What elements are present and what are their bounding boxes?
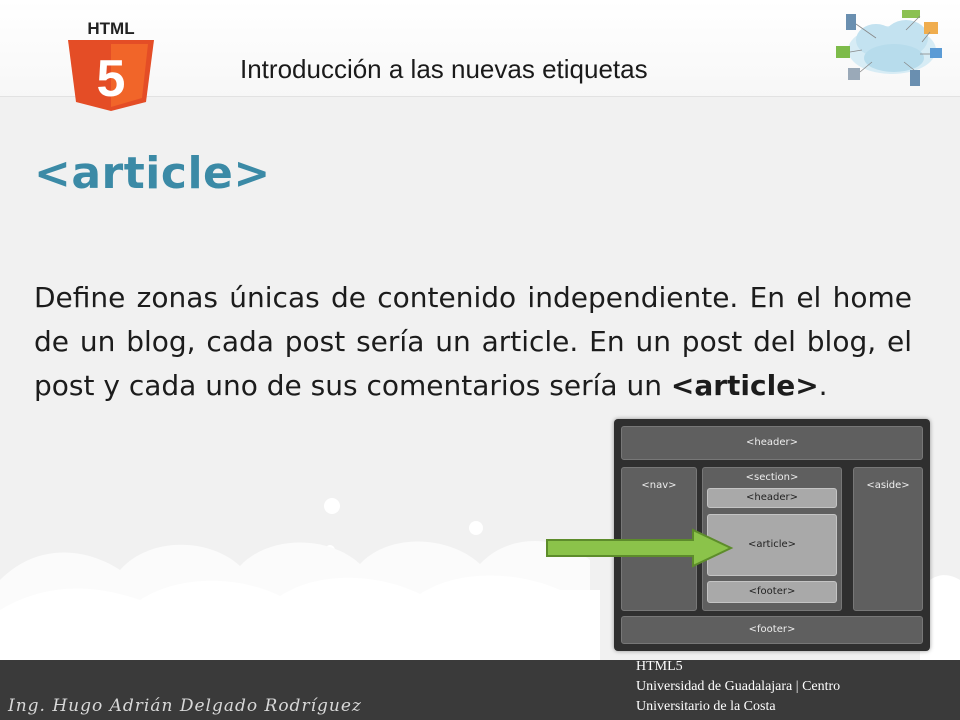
footer-course: HTML5 xyxy=(636,659,683,674)
slide: HTML 5 Introducción a las nuevas etiquet… xyxy=(0,0,960,720)
description-paragraph: Define zonas únicas de contenido indepen… xyxy=(34,276,912,408)
diagram-footer-label: <footer> xyxy=(748,624,796,635)
diagram-section-header-label: <header> xyxy=(746,492,798,503)
diagram-header: <header> xyxy=(621,426,923,460)
cloud-computing-icon xyxy=(836,10,942,86)
slide-title: Introducción a las nuevas etiquetas xyxy=(240,54,648,84)
diagram-footer: <footer> xyxy=(621,616,923,644)
slide-header: HTML 5 Introducción a las nuevas etiquet… xyxy=(0,0,960,111)
slide-footer: Ing. Hugo Adrián Delgado Rodríguez HTML5… xyxy=(0,657,960,720)
diagram-header-label: <header> xyxy=(746,437,798,448)
diagram-section-footer: <footer> xyxy=(707,581,837,603)
paragraph-tag: <article> xyxy=(670,369,819,402)
diagram-aside-label: <aside> xyxy=(866,480,910,491)
author-signature: Ing. Hugo Adrián Delgado Rodríguez xyxy=(8,696,362,716)
diagram-aside: <aside> xyxy=(853,467,923,611)
pointer-arrow-icon xyxy=(546,528,734,568)
diagram-section-header: <header> xyxy=(707,488,837,508)
footer-university: Universidad de Guadalajara | Centro xyxy=(636,679,841,694)
paragraph-end: . xyxy=(818,369,828,402)
diagram-section-label: <section> xyxy=(745,472,799,483)
footer-campus: Universitario de la Costa xyxy=(636,699,776,714)
footer-info: HTML5 Universidad de Guadalajara | Centr… xyxy=(636,657,936,717)
diagram-section-footer-label: <footer> xyxy=(748,586,796,597)
diagram-nav-label: <nav> xyxy=(641,480,677,491)
logo-text: HTML xyxy=(87,19,134,38)
html5-logo-icon: HTML 5 xyxy=(68,19,154,111)
section-heading: <article> xyxy=(34,148,271,199)
logo-digit: 5 xyxy=(97,50,126,108)
